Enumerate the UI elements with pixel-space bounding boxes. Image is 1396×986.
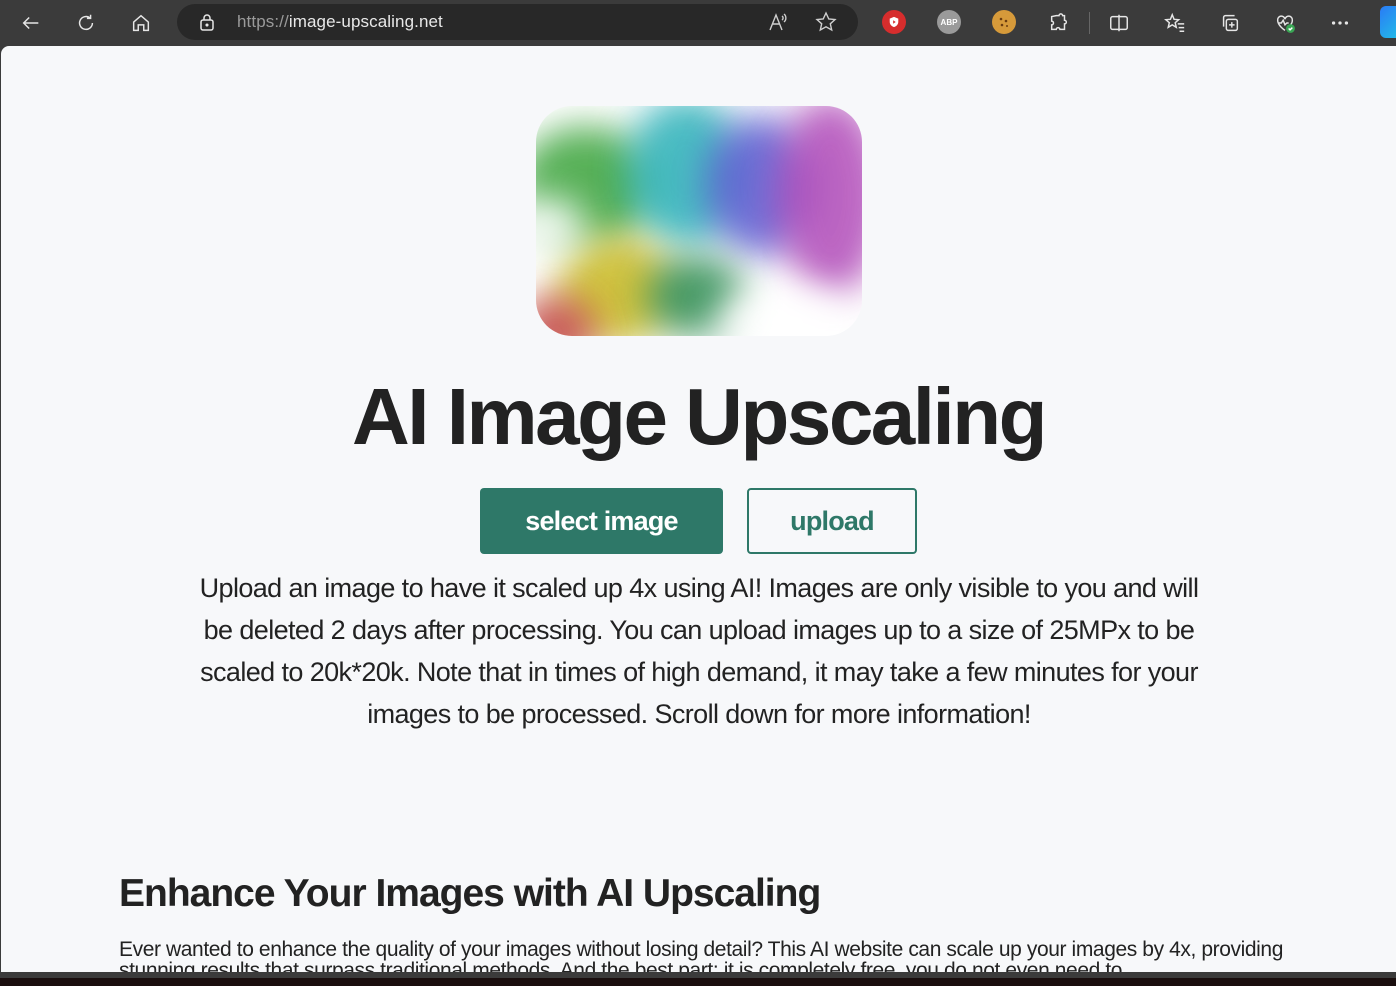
- favorite-star-icon[interactable]: [815, 11, 837, 33]
- smoke-purple: [776, 106, 862, 296]
- hero-image-colorful-smoke: [536, 106, 862, 336]
- ublock-icon[interactable]: [882, 10, 906, 34]
- extensions-button[interactable]: [1044, 8, 1074, 38]
- adblock-plus-icon[interactable]: ABP: [937, 10, 961, 34]
- page-title: AI Image Upscaling: [352, 372, 1047, 461]
- abp-label: ABP: [940, 17, 958, 27]
- section-heading: Enhance Your Images with AI Upscaling: [119, 872, 821, 915]
- favorites-button[interactable]: [1160, 8, 1190, 38]
- url-scheme: https://: [237, 12, 289, 31]
- browser-toolbar: https://image-upscaling.net ABP: [0, 0, 1396, 46]
- toolbar-divider: [1089, 12, 1090, 34]
- browser-essentials-icon: [1276, 15, 1295, 33]
- home-icon: [132, 14, 150, 32]
- collections-icon: [1222, 14, 1239, 32]
- home-button[interactable]: [126, 8, 156, 38]
- section-paragraph: Ever wanted to enhance the quality of yo…: [119, 938, 1283, 972]
- more-button[interactable]: [1325, 8, 1355, 38]
- url-host: image-upscaling.net: [288, 12, 443, 31]
- more-icon: [1331, 21, 1349, 25]
- read-aloud-icon[interactable]: [767, 11, 789, 33]
- split-screen-button[interactable]: [1104, 8, 1134, 38]
- favorites-icon: [1164, 12, 1185, 32]
- refresh-button[interactable]: [71, 8, 101, 38]
- select-image-button[interactable]: select image: [480, 488, 723, 554]
- page-viewport: AI Image Upscaling select image upload U…: [1, 46, 1396, 972]
- back-icon: [22, 16, 39, 30]
- upload-button[interactable]: upload: [747, 488, 917, 554]
- url-text[interactable]: https://image-upscaling.net: [237, 12, 443, 32]
- collections-button[interactable]: [1215, 8, 1245, 38]
- taskbar-edge: [0, 978, 1396, 986]
- cookie-icon[interactable]: [992, 10, 1016, 34]
- split-screen-icon: [1110, 14, 1128, 32]
- extensions-icon: [1050, 13, 1068, 31]
- lock-icon[interactable]: [197, 12, 217, 32]
- intro-text: Upload an image to have it scaled up 4x …: [199, 573, 1199, 729]
- action-buttons: select image upload: [1, 488, 1396, 554]
- address-bar[interactable]: https://image-upscaling.net: [177, 4, 858, 40]
- browser-essentials-button[interactable]: [1270, 8, 1300, 38]
- refresh-icon: [78, 14, 94, 31]
- back-button[interactable]: [16, 8, 46, 38]
- copilot-icon[interactable]: [1380, 6, 1396, 38]
